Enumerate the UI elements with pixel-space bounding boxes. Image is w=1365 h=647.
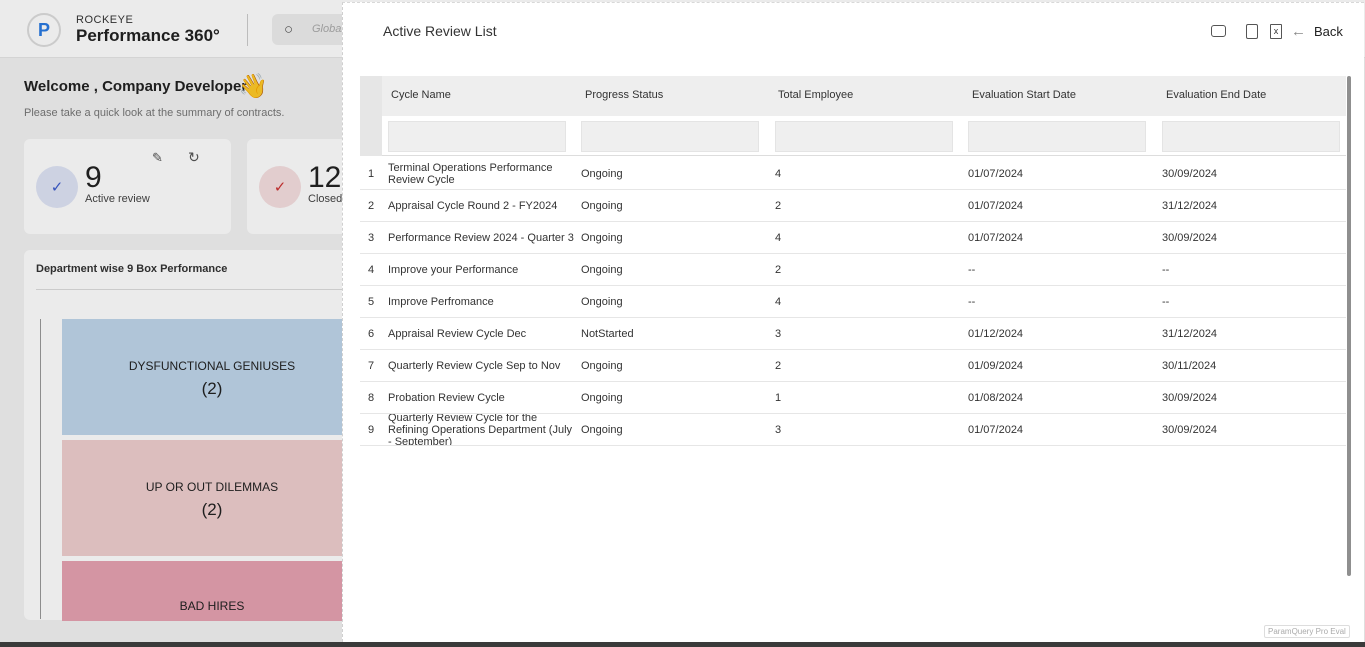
cycle-name-cell: Appraisal Cycle Round 2 - FY2024 — [388, 200, 558, 212]
excel-icon[interactable]: x — [1270, 24, 1282, 39]
filter-cycle-name-input[interactable] — [388, 121, 566, 152]
column-header-start-date[interactable]: Evaluation Start Date — [972, 89, 1076, 101]
taskbar-strip — [0, 642, 1365, 647]
employee-cell: 1 — [775, 392, 782, 404]
table-row[interactable]: 4 Improve your Performance Ongoing 2 -- … — [360, 254, 1346, 286]
end-date-cell: 31/12/2024 — [1162, 328, 1218, 340]
panel-title: Active Review List — [383, 23, 497, 39]
end-date-cell: 30/09/2024 — [1162, 168, 1218, 180]
employee-cell: 4 — [775, 232, 782, 244]
start-date-cell: 01/07/2024 — [968, 232, 1024, 244]
end-date-cell: -- — [1162, 296, 1170, 308]
review-grid: Cycle Name Progress Status Total Employe… — [360, 76, 1352, 606]
status-cell: Ongoing — [581, 168, 623, 180]
employee-cell: 4 — [775, 296, 782, 308]
row-number: 8 — [367, 392, 375, 404]
start-date-cell: 01/09/2024 — [968, 360, 1024, 372]
status-cell: Ongoing — [581, 296, 623, 308]
filter-total-employee-input[interactable] — [775, 121, 953, 152]
filter-progress-status-input[interactable] — [581, 121, 759, 152]
employee-cell: 2 — [775, 200, 782, 212]
cycle-name-cell: Performance Review 2024 - Quarter 3 — [388, 232, 574, 244]
column-header-progress-status[interactable]: Progress Status — [585, 89, 663, 101]
row-number: 6 — [367, 328, 375, 340]
row-number: 2 — [367, 200, 375, 212]
filter-end-date-input[interactable] — [1162, 121, 1340, 152]
start-date-cell: 01/12/2024 — [968, 328, 1024, 340]
table-row[interactable]: 5 Improve Perfromance Ongoing 4 -- -- — [360, 286, 1346, 318]
table-row[interactable]: 6 Appraisal Review Cycle Dec NotStarted … — [360, 318, 1346, 350]
status-cell: Ongoing — [581, 360, 623, 372]
status-cell: Ongoing — [581, 392, 623, 404]
status-cell: NotStarted — [581, 328, 634, 340]
cycle-name-cell: Appraisal Review Cycle Dec — [388, 328, 527, 340]
grid-filter-row — [360, 116, 1346, 156]
table-row[interactable]: 1 Terminal Operations Performance Review… — [360, 158, 1346, 190]
row-number: 1 — [367, 168, 375, 180]
arrow-left-icon[interactable]: ← — [1291, 23, 1306, 40]
column-header-cycle-name[interactable]: Cycle Name — [391, 89, 451, 101]
vertical-scrollbar[interactable] — [1346, 76, 1352, 576]
column-header-end-date[interactable]: Evaluation End Date — [1166, 89, 1266, 101]
end-date-cell: -- — [1162, 264, 1170, 276]
status-cell: Ongoing — [581, 232, 623, 244]
cycle-name-cell: Quarterly Review Cycle Sep to Nov — [388, 360, 561, 372]
cycle-name-cell: Probation Review Cycle — [388, 392, 505, 404]
start-date-cell: 01/07/2024 — [968, 200, 1024, 212]
table-row[interactable]: 9 Quarterly Review Cycle for the Refinin… — [360, 414, 1346, 446]
cycle-name-cell: Improve your Performance — [388, 264, 519, 276]
row-number: 7 — [367, 360, 375, 372]
start-date-cell: 01/07/2024 — [968, 168, 1024, 180]
table-row[interactable]: 3 Performance Review 2024 - Quarter 3 On… — [360, 222, 1346, 254]
column-header-total-employee[interactable]: Total Employee — [778, 89, 853, 101]
status-cell: Ongoing — [581, 200, 623, 212]
employee-cell: 4 — [775, 168, 782, 180]
back-button[interactable]: Back — [1314, 24, 1343, 39]
employee-cell: 3 — [775, 424, 782, 436]
start-date-cell: -- — [968, 296, 976, 308]
end-date-cell: 30/09/2024 — [1162, 424, 1218, 436]
cycle-name-cell: Quarterly Review Cycle for the Refining … — [388, 414, 573, 446]
scrollbar-thumb[interactable] — [1347, 76, 1351, 576]
table-row[interactable]: 7 Quarterly Review Cycle Sep to Nov Ongo… — [360, 350, 1346, 382]
end-date-cell: 31/12/2024 — [1162, 200, 1218, 212]
row-number: 5 — [367, 296, 375, 308]
end-date-cell: 30/09/2024 — [1162, 392, 1218, 404]
active-review-list-panel: Active Review List x ← Back Cycle Name P… — [342, 2, 1364, 642]
filter-start-date-input[interactable] — [968, 121, 1146, 152]
employee-cell: 2 — [775, 264, 782, 276]
start-date-cell: 01/07/2024 — [968, 424, 1024, 436]
grid-header: Cycle Name Progress Status Total Employe… — [360, 76, 1346, 116]
cycle-name-cell: Terminal Operations Performance Review C… — [388, 162, 553, 186]
status-cell: Ongoing — [581, 264, 623, 276]
status-cell: Ongoing — [581, 424, 623, 436]
end-date-cell: 30/11/2024 — [1162, 360, 1217, 372]
row-number: 3 — [367, 232, 375, 244]
cycle-name-cell: Improve Perfromance — [388, 296, 494, 308]
end-date-cell: 30/09/2024 — [1162, 232, 1218, 244]
start-date-cell: -- — [968, 264, 976, 276]
table-row[interactable]: 2 Appraisal Cycle Round 2 - FY2024 Ongoi… — [360, 190, 1346, 222]
row-number-header — [360, 76, 382, 156]
employee-cell: 3 — [775, 328, 782, 340]
mail-icon[interactable] — [1211, 25, 1226, 37]
row-number: 9 — [367, 424, 375, 436]
start-date-cell: 01/08/2024 — [968, 392, 1024, 404]
row-number: 4 — [367, 264, 375, 276]
vendor-watermark: ParamQuery Pro Eval — [1264, 625, 1350, 638]
employee-cell: 2 — [775, 360, 782, 372]
table-row[interactable]: 8 Probation Review Cycle Ongoing 1 01/08… — [360, 382, 1346, 414]
clipboard-icon[interactable] — [1246, 24, 1258, 39]
